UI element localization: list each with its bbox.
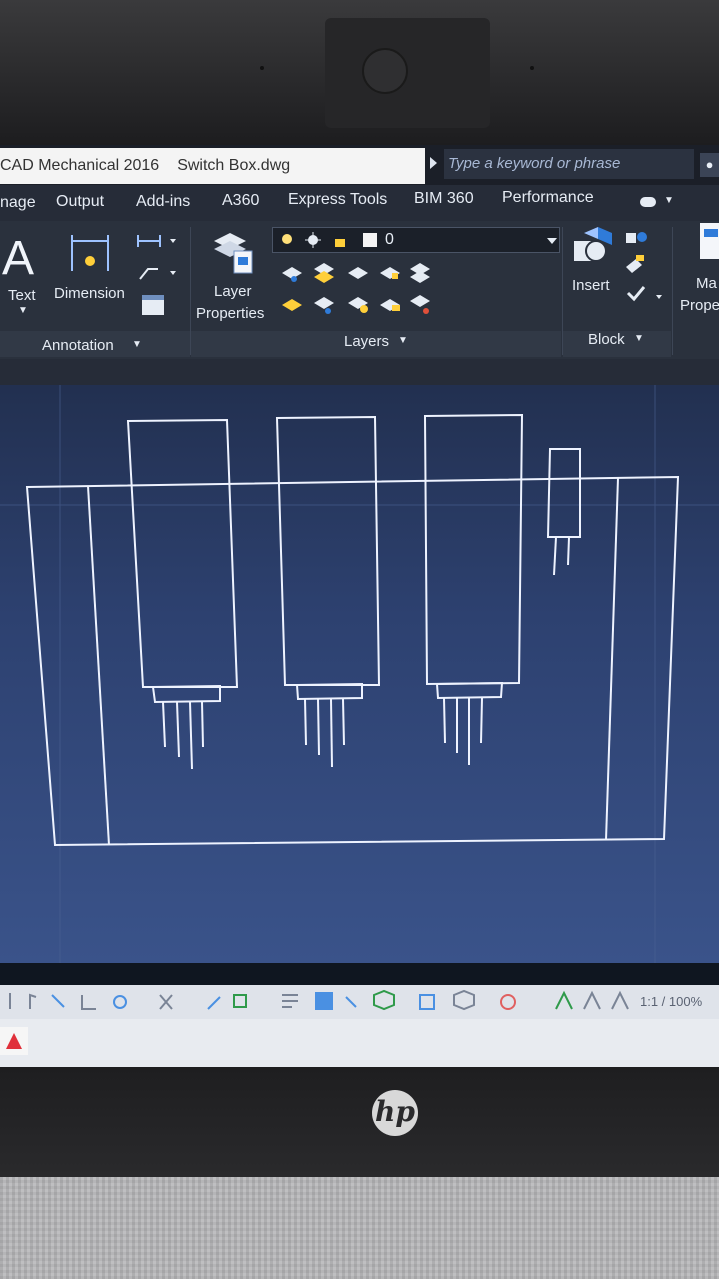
binoculars-icon[interactable]: ● [700,153,719,177]
webcam-icon [362,48,408,94]
window-title: CAD Mechanical 2016 Switch Box.dwg [0,148,425,184]
dimension-icon[interactable] [70,231,110,275]
screen: CAD Mechanical 2016 Switch Box.dwg Type a… [0,145,719,1067]
small-switch [546,448,581,576]
switch-2 [275,415,381,768]
file-name: Switch Box.dwg [177,157,291,174]
app-title: CAD Mechanical 2016 [0,157,160,174]
dimension-tool-label[interactable]: Dimension [54,285,125,302]
chevron-down-icon[interactable]: ▼ [398,335,408,346]
block-panel-label[interactable]: Block [588,331,625,348]
ribbon-bottom-gap [0,359,719,385]
block-tools-icons[interactable] [622,225,666,315]
annotation-panel-label[interactable]: Annotation [42,337,114,354]
ribbon: A Text ▼ Dimension Annotation ▼ Layer Pr… [0,221,719,359]
search-expand-icon[interactable] [430,157,437,169]
layer-properties-label-line1[interactable]: Layer [214,283,252,300]
right-inner-line [605,477,619,841]
annotation-small-tools-icon[interactable] [136,233,180,323]
drawing-geometry [0,385,719,963]
text-tool-icon[interactable]: A [2,231,34,286]
laptop-bezel-bottom [0,1067,719,1177]
tab-performance[interactable]: Performance [502,189,594,207]
text-tool-label[interactable]: Text [8,287,36,304]
switch-3 [423,413,524,765]
left-inner-line [87,485,110,846]
panel-divider [672,227,673,355]
match-properties-icon[interactable] [698,221,719,265]
insert-label[interactable]: Insert [572,277,610,294]
layers-panel-label[interactable]: Layers [344,333,389,350]
tab-a360[interactable]: A360 [222,192,259,210]
match-properties-label-line2[interactable]: Prope [680,297,719,314]
status-toolbar-icons[interactable] [0,985,630,1019]
ribbon-minimize-icon[interactable] [640,197,656,207]
search-input[interactable]: Type a keyword or phrase [444,149,694,179]
layer-dropdown[interactable]: 0 [272,227,560,253]
tab-add-ins[interactable]: Add-ins [136,193,190,211]
status-bar: 1:1 / 100% [0,985,719,1019]
tab-express-tools[interactable]: Express Tools [288,191,387,209]
chevron-down-icon[interactable]: ▼ [634,333,644,344]
tab-manage[interactable]: nage [0,194,36,212]
tab-bim-360[interactable]: BIM 360 [414,190,474,208]
ribbon-tabs: nage Output Add-ins A360 Express Tools B… [0,185,719,221]
match-properties-label-line1[interactable]: Ma [696,275,717,292]
bezel-sensor [260,66,264,70]
chevron-down-icon[interactable]: ▼ [132,339,142,350]
tab-output[interactable]: Output [56,193,104,211]
command-bar [0,1019,719,1067]
keyboard-texture [0,1177,719,1279]
switch-1 [126,418,239,770]
chevron-down-icon[interactable] [547,238,557,244]
zoom-scale[interactable]: 1:1 / 100% [640,994,702,1009]
layer-tools-icons[interactable] [280,259,440,325]
drawing-canvas[interactable] [0,385,719,963]
chevron-down-icon[interactable]: ▼ [18,305,28,316]
current-layer-value: 0 [385,231,394,248]
layer-state-icons [282,232,377,248]
layer-properties-icon[interactable] [210,227,256,277]
title-bar: CAD Mechanical 2016 Switch Box.dwg Type a… [0,145,719,185]
hp-logo-icon: hp [372,1090,418,1136]
chevron-down-icon[interactable]: ▼ [664,195,674,206]
bezel-sensor [530,66,534,70]
app-icon[interactable] [0,1027,28,1055]
layer-properties-label-line2[interactable]: Properties [196,305,264,322]
insert-block-icon[interactable] [570,223,618,267]
